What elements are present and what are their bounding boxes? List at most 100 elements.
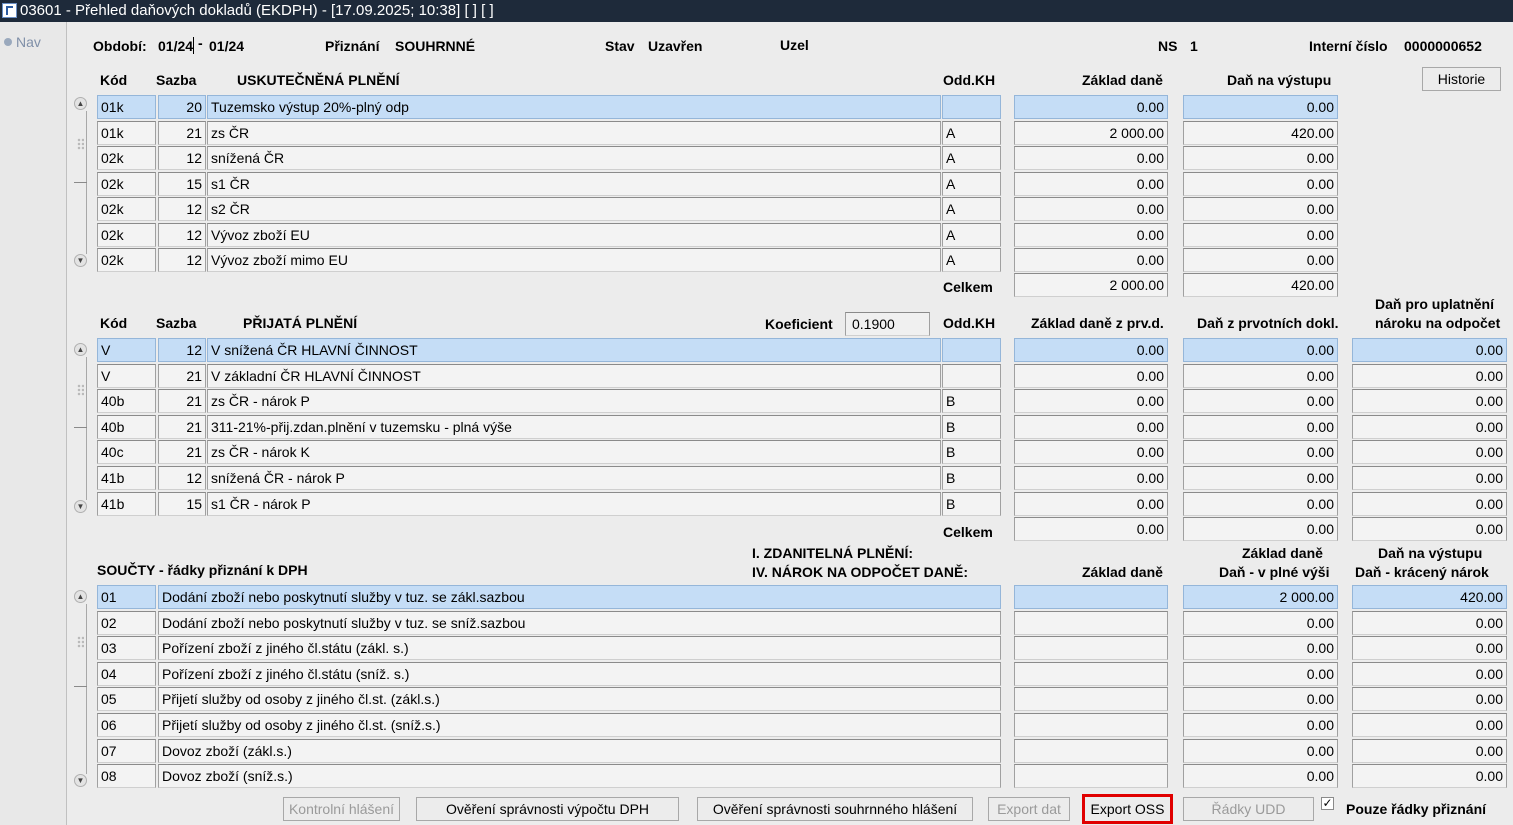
output-rate-cell[interactable]: 15 [158, 172, 206, 196]
output-tax-cell[interactable]: 0.00 [1183, 223, 1338, 247]
input-tax-cell[interactable]: 0.00 [1183, 440, 1338, 464]
period-from[interactable]: 01/24 [158, 38, 193, 54]
sums-reduced-cell[interactable]: 420.00 [1352, 585, 1507, 609]
output-kh-cell[interactable] [942, 95, 1001, 119]
output-tax-cell[interactable]: 0.00 [1183, 248, 1338, 272]
sums-reduced-cell[interactable]: 0.00 [1352, 739, 1507, 763]
output-desc-cell[interactable]: Vývoz zboží EU [207, 223, 941, 247]
sums-full-cell[interactable]: 2 000.00 [1183, 585, 1338, 609]
output-base-cell[interactable]: 0.00 [1014, 146, 1168, 170]
sums-base-cell[interactable] [1014, 687, 1168, 711]
input-rate-cell[interactable]: 21 [158, 389, 206, 413]
output-base-cell[interactable]: 0.00 [1014, 95, 1168, 119]
input-rate-cell[interactable]: 21 [158, 364, 206, 388]
sums-desc-cell[interactable]: Přijetí služby od osoby z jiného čl.st. … [158, 687, 1001, 711]
sums-desc-cell[interactable]: Dodání zboží nebo poskytnutí služby v tu… [158, 585, 1001, 609]
input-claim-cell[interactable]: 0.00 [1352, 338, 1507, 362]
input-base-cell[interactable]: 0.00 [1014, 466, 1168, 490]
sums-line-cell[interactable]: 01 [97, 585, 156, 609]
input-rate-cell[interactable]: 21 [158, 415, 206, 439]
sums-base-cell[interactable] [1014, 636, 1168, 660]
sums-line-cell[interactable]: 04 [97, 662, 156, 686]
input-base-cell[interactable]: 0.00 [1014, 415, 1168, 439]
input-base-cell[interactable]: 0.00 [1014, 492, 1168, 516]
sums-scroll-down-icon[interactable]: ▼ [74, 774, 87, 787]
output-kh-cell[interactable]: A [942, 121, 1001, 145]
sums-line-cell[interactable]: 08 [97, 764, 156, 788]
input-kh-cell[interactable]: B [942, 466, 1001, 490]
udd-rows-button[interactable]: Řádky UDD [1183, 797, 1314, 821]
output-scroll-down-icon[interactable]: ▼ [74, 254, 87, 267]
output-scroll-grip-icon[interactable] [77, 138, 84, 150]
input-kh-cell[interactable]: B [942, 389, 1001, 413]
input-kh-cell[interactable] [942, 364, 1001, 388]
output-base-cell[interactable]: 0.00 [1014, 248, 1168, 272]
sums-reduced-cell[interactable]: 0.00 [1352, 662, 1507, 686]
input-code-cell[interactable]: 40c [97, 440, 156, 464]
input-code-cell[interactable]: 40b [97, 415, 156, 439]
sums-scroll-up-icon[interactable]: ▲ [74, 590, 87, 603]
input-rate-cell[interactable]: 21 [158, 440, 206, 464]
input-tax-cell[interactable]: 0.00 [1183, 415, 1338, 439]
sums-full-cell[interactable]: 0.00 [1183, 764, 1338, 788]
input-code-cell[interactable]: V [97, 364, 156, 388]
sums-line-cell[interactable]: 06 [97, 713, 156, 737]
input-desc-cell[interactable]: V základní ČR HLAVNÍ ČINNOST [207, 364, 941, 388]
input-claim-cell[interactable]: 0.00 [1352, 466, 1507, 490]
sums-desc-cell[interactable]: Pořízení zboží z jiného čl.státu (sníž. … [158, 662, 1001, 686]
sums-desc-cell[interactable]: Dovoz zboží (zákl.s.) [158, 739, 1001, 763]
input-claim-cell[interactable]: 0.00 [1352, 492, 1507, 516]
output-rate-cell[interactable]: 12 [158, 248, 206, 272]
output-code-cell[interactable]: 01k [97, 121, 156, 145]
output-desc-cell[interactable]: s2 ČR [207, 197, 941, 221]
sums-line-cell[interactable]: 03 [97, 636, 156, 660]
input-base-cell[interactable]: 0.00 [1014, 389, 1168, 413]
sums-reduced-cell[interactable]: 0.00 [1352, 713, 1507, 737]
input-kh-cell[interactable]: B [942, 492, 1001, 516]
input-kh-cell[interactable]: B [942, 415, 1001, 439]
output-kh-cell[interactable]: A [942, 172, 1001, 196]
coefficient-field[interactable]: 0.1900 [845, 312, 930, 336]
input-tax-cell[interactable]: 0.00 [1183, 389, 1338, 413]
input-tax-cell[interactable]: 0.00 [1183, 492, 1338, 516]
input-desc-cell[interactable]: zs ČR - nárok K [207, 440, 941, 464]
output-desc-cell[interactable]: snížená ČR [207, 146, 941, 170]
sums-base-cell[interactable] [1014, 662, 1168, 686]
input-tax-cell[interactable]: 0.00 [1183, 466, 1338, 490]
sums-full-cell[interactable]: 0.00 [1183, 713, 1338, 737]
input-scroll-grip-icon[interactable] [77, 384, 84, 396]
output-code-cell[interactable]: 02k [97, 248, 156, 272]
output-code-cell[interactable]: 02k [97, 197, 156, 221]
output-tax-cell[interactable]: 0.00 [1183, 197, 1338, 221]
output-rate-cell[interactable]: 21 [158, 121, 206, 145]
output-tax-cell[interactable]: 0.00 [1183, 172, 1338, 196]
input-claim-cell[interactable]: 0.00 [1352, 389, 1507, 413]
input-desc-cell[interactable]: s1 ČR - nárok P [207, 492, 941, 516]
output-rate-cell[interactable]: 20 [158, 95, 206, 119]
output-tax-cell[interactable]: 0.00 [1183, 95, 1338, 119]
sums-line-cell[interactable]: 02 [97, 611, 156, 635]
nav-link[interactable]: Nav [4, 34, 41, 50]
sums-scrollbar[interactable] [74, 604, 87, 774]
output-code-cell[interactable]: 01k [97, 95, 156, 119]
output-code-cell[interactable]: 02k [97, 223, 156, 247]
output-desc-cell[interactable]: zs ČR [207, 121, 941, 145]
output-base-cell[interactable]: 0.00 [1014, 197, 1168, 221]
output-kh-cell[interactable]: A [942, 223, 1001, 247]
input-code-cell[interactable]: 41b [97, 492, 156, 516]
input-desc-cell[interactable]: 311-21%-přij.zdan.plnění v tuzemsku - pl… [207, 415, 941, 439]
sums-full-cell[interactable]: 0.00 [1183, 687, 1338, 711]
output-kh-cell[interactable]: A [942, 248, 1001, 272]
output-rate-cell[interactable]: 12 [158, 197, 206, 221]
input-desc-cell[interactable]: zs ČR - nárok P [207, 389, 941, 413]
control-report-button[interactable]: Kontrolní hlášení [283, 797, 400, 821]
sums-base-cell[interactable] [1014, 739, 1168, 763]
output-kh-cell[interactable]: A [942, 146, 1001, 170]
output-scroll-up-icon[interactable]: ▲ [74, 97, 87, 110]
sums-desc-cell[interactable]: Přijetí služby od osoby z jiného čl.st. … [158, 713, 1001, 737]
input-desc-cell[interactable]: V snížená ČR HLAVNÍ ČINNOST [207, 338, 941, 362]
sums-desc-cell[interactable]: Pořízení zboží z jiného čl.státu (zákl. … [158, 636, 1001, 660]
input-kh-cell[interactable]: B [942, 440, 1001, 464]
input-base-cell[interactable]: 0.00 [1014, 364, 1168, 388]
verify-summary-button[interactable]: Ověření správnosti souhrnného hlášení [697, 797, 973, 821]
